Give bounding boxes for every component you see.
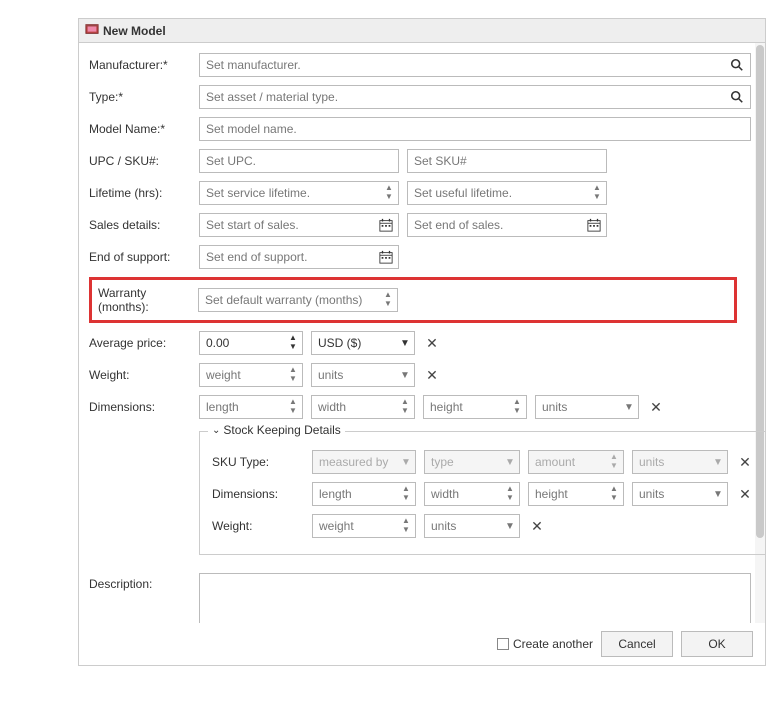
end-sales-input[interactable]: Set end of sales.	[407, 213, 607, 237]
dialog-footer: Create another Cancel OK	[79, 623, 765, 665]
stock-keeping-group: ⌄ Stock Keeping Details SKU Type: measur…	[199, 431, 765, 555]
useful-lifetime-input[interactable]: Set useful lifetime. ▲▼	[407, 181, 607, 205]
end-support-input[interactable]: Set end of support.	[199, 245, 399, 269]
clear-icon[interactable]: ✕	[647, 398, 665, 416]
warranty-input[interactable]: Set default warranty (months) ▲▼	[198, 288, 398, 312]
search-icon[interactable]	[726, 54, 748, 76]
spin-down-icon[interactable]: ▼	[286, 375, 300, 384]
dropdown-icon[interactable]: ▼	[711, 489, 725, 500]
cancel-button[interactable]: Cancel	[601, 631, 673, 657]
dialog-title: New Model	[103, 24, 166, 38]
spin-down-icon[interactable]: ▼	[286, 407, 300, 416]
dimensions-label: Dimensions:	[89, 400, 199, 414]
length-input[interactable]: length ▲▼	[199, 395, 303, 419]
calendar-icon[interactable]	[376, 215, 396, 235]
weight-label: Weight:	[89, 368, 199, 382]
sku-units-select[interactable]: units ▼	[632, 450, 728, 474]
spin-down-icon[interactable]: ▼	[382, 193, 396, 202]
sku-type-select[interactable]: type ▼	[424, 450, 520, 474]
spin-down-icon[interactable]: ▼	[503, 494, 517, 503]
search-icon[interactable]	[726, 86, 748, 108]
weight-units-select[interactable]: units ▼	[311, 363, 415, 387]
sales-details-label: Sales details:	[89, 218, 199, 232]
avg-price-label: Average price:	[89, 336, 199, 350]
stock-weight-units-select[interactable]: units ▼	[424, 514, 520, 538]
stock-width-input[interactable]: width ▲▼	[424, 482, 520, 506]
description-label: Description:	[89, 573, 199, 591]
spin-down-icon[interactable]: ▼	[607, 462, 621, 471]
height-input[interactable]: height ▲▼	[423, 395, 527, 419]
spin-down-icon[interactable]: ▼	[398, 407, 412, 416]
upc-input[interactable]: Set UPC.	[199, 149, 399, 173]
dropdown-icon[interactable]: ▼	[622, 402, 636, 413]
end-support-label: End of support:	[89, 250, 199, 264]
sku-type-label: SKU Type:	[212, 455, 312, 469]
manufacturer-label: Manufacturer:	[89, 58, 199, 72]
stock-dimensions-label: Dimensions:	[212, 487, 312, 501]
start-sales-input[interactable]: Set start of sales.	[199, 213, 399, 237]
model-name-label: Model Name:	[89, 122, 199, 136]
dropdown-icon[interactable]: ▼	[399, 457, 413, 468]
currency-select[interactable]: USD ($) ▼	[311, 331, 415, 355]
clear-icon[interactable]: ✕	[528, 517, 546, 535]
new-model-dialog: New Model Manufacturer: Set manufacturer…	[78, 18, 766, 666]
clear-icon[interactable]: ✕	[423, 366, 441, 384]
avg-price-input[interactable]: 0.00 ▲▼	[199, 331, 303, 355]
lifetime-label: Lifetime (hrs):	[89, 186, 199, 200]
measured-by-select[interactable]: measured by ▼	[312, 450, 416, 474]
calendar-icon[interactable]	[376, 247, 396, 267]
clear-icon[interactable]: ✕	[736, 453, 754, 471]
spin-down-icon[interactable]: ▼	[381, 300, 395, 309]
spin-down-icon[interactable]: ▼	[607, 494, 621, 503]
spin-down-icon[interactable]: ▼	[286, 343, 300, 352]
titlebar: New Model	[79, 19, 765, 43]
weight-input[interactable]: weight ▲▼	[199, 363, 303, 387]
dropdown-icon[interactable]: ▼	[503, 521, 517, 532]
stock-toggle[interactable]: ⌄ Stock Keeping Details	[208, 423, 345, 437]
type-input[interactable]: Set asset / material type.	[199, 85, 751, 109]
checkbox-icon	[497, 638, 509, 650]
dim-units-select[interactable]: units ▼	[535, 395, 639, 419]
model-icon	[85, 22, 99, 39]
warranty-highlight: Warranty (months): Set default warranty …	[89, 277, 737, 323]
sku-amount-input[interactable]: amount ▲▼	[528, 450, 624, 474]
calendar-icon[interactable]	[584, 215, 604, 235]
clear-icon[interactable]: ✕	[736, 485, 754, 503]
model-name-input[interactable]: Set model name.	[199, 117, 751, 141]
dropdown-icon[interactable]: ▼	[398, 338, 412, 349]
service-lifetime-input[interactable]: Set service lifetime. ▲▼	[199, 181, 399, 205]
dropdown-icon[interactable]: ▼	[398, 370, 412, 381]
form-content: Manufacturer: Set manufacturer. Type: Se…	[79, 43, 765, 623]
dropdown-icon[interactable]: ▼	[503, 457, 517, 468]
spin-down-icon[interactable]: ▼	[510, 407, 524, 416]
stock-length-input[interactable]: length ▲▼	[312, 482, 416, 506]
clear-icon[interactable]: ✕	[423, 334, 441, 352]
warranty-label: Warranty (months):	[98, 286, 198, 314]
dropdown-icon[interactable]: ▼	[711, 457, 725, 468]
manufacturer-input[interactable]: Set manufacturer.	[199, 53, 751, 77]
spin-down-icon[interactable]: ▼	[399, 526, 413, 535]
spin-down-icon[interactable]: ▼	[590, 193, 604, 202]
ok-button[interactable]: OK	[681, 631, 753, 657]
upc-sku-label: UPC / SKU#:	[89, 154, 199, 168]
description-textarea[interactable]	[199, 573, 751, 623]
sku-input[interactable]: Set SKU#	[407, 149, 607, 173]
width-input[interactable]: width ▲▼	[311, 395, 415, 419]
type-label: Type:	[89, 90, 199, 104]
stock-weight-label: Weight:	[212, 519, 312, 533]
create-another-checkbox[interactable]: Create another	[497, 637, 593, 651]
chevron-down-icon: ⌄	[212, 425, 220, 436]
stock-dim-units-select[interactable]: units ▼	[632, 482, 728, 506]
stock-height-input[interactable]: height ▲▼	[528, 482, 624, 506]
stock-weight-input[interactable]: weight ▲▼	[312, 514, 416, 538]
spin-down-icon[interactable]: ▼	[399, 494, 413, 503]
